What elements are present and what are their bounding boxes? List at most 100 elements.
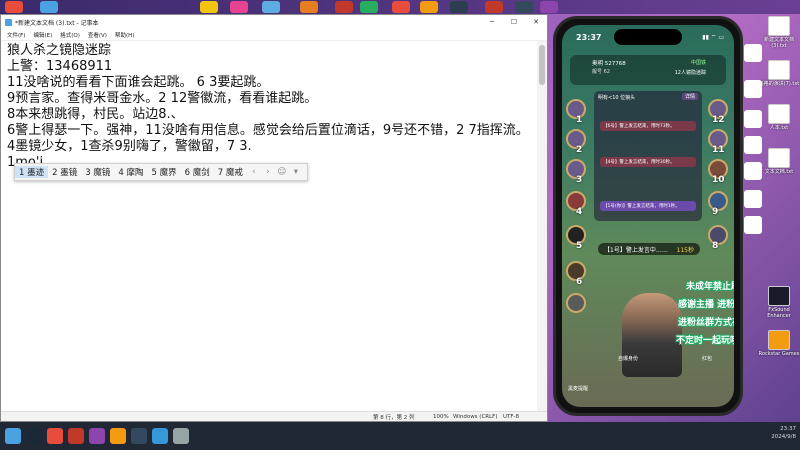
vertical-scrollbar[interactable] xyxy=(537,41,547,411)
desktop-icon[interactable]: 新建文本文档(3).txt xyxy=(758,16,800,60)
phone-notch xyxy=(614,29,682,45)
app-icon[interactable] xyxy=(450,1,468,13)
app-icon[interactable] xyxy=(89,428,105,444)
ime-candidate[interactable]: 6 魔剑 xyxy=(181,166,214,178)
app-icon[interactable] xyxy=(420,1,438,13)
desktop-icon[interactable]: Rockstar Games xyxy=(758,330,800,374)
ime-candidate[interactable]: 3 魔镜 xyxy=(81,166,114,178)
start-icon[interactable] xyxy=(5,428,21,444)
app-icon[interactable] xyxy=(200,1,218,13)
seat-number: 11 xyxy=(712,145,725,155)
ime-candidate-bar: 1 墨迹 2 墨镜 3 魔镜 4 摩陶 5 魔界 6 魔剑 7 魔戒 ‹ › ☺… xyxy=(14,163,308,181)
scroll-thumb[interactable] xyxy=(539,45,545,85)
app-icon[interactable] xyxy=(5,1,23,13)
desktop-icon-label: 人本.txt xyxy=(769,125,789,131)
tool-icon[interactable] xyxy=(744,162,762,180)
seat-number: 5 xyxy=(576,241,583,251)
app-icon[interactable] xyxy=(540,1,558,13)
stream-overlay-text: 进粉丝群方式在主页吧 xyxy=(678,318,734,328)
phone-mirror: 23:37 ▮▮ ⌔ ▭ 奥明 527768 靓号 62 中国铁 12人镜隐迷踪… xyxy=(553,16,743,416)
app-icon[interactable] xyxy=(230,1,248,13)
steam-icon[interactable] xyxy=(26,428,42,444)
tool-icon[interactable] xyxy=(744,44,762,62)
room-header: 奥明 527768 靓号 62 中国铁 12人镜隐迷踪 xyxy=(570,55,726,85)
tool-icon[interactable] xyxy=(744,190,762,208)
app-icon[interactable] xyxy=(262,1,280,13)
app-icon[interactable] xyxy=(131,428,147,444)
ime-candidate[interactable]: 4 摩陶 xyxy=(114,166,147,178)
app-icon[interactable] xyxy=(335,1,353,13)
app-icon[interactable] xyxy=(392,1,410,13)
game-screen[interactable]: 23:37 ▮▮ ⌔ ▭ 奥明 527768 靓号 62 中国铁 12人镜隐迷踪… xyxy=(562,25,734,407)
app-icon[interactable] xyxy=(68,428,84,444)
text-editor[interactable]: 狼人杀之镜隐迷踪 上警：13468911 11没啥说的看看下面谁会起跳。 6 3要起… xyxy=(1,41,537,411)
self-destruct-button[interactable]: 自爆身份 xyxy=(618,355,638,362)
app-icon[interactable] xyxy=(40,1,58,13)
desktop-icon-label: 文本文档.txt xyxy=(764,169,794,175)
bottom-left-button[interactable]: 黑麦提醒 xyxy=(568,385,588,392)
red-packet-button[interactable]: 红包 xyxy=(702,355,712,362)
desktop-icon[interactable]: 人本.txt xyxy=(758,104,800,148)
ime-prev-button[interactable]: ‹ xyxy=(247,167,261,177)
chat-message: 【1号(你)】警上发言结束，用时1秒。 xyxy=(600,201,696,211)
menu-view[interactable]: 查看(V) xyxy=(88,31,107,39)
seat-number: 6 xyxy=(576,277,583,287)
app-icon[interactable] xyxy=(515,1,533,13)
minimize-button[interactable]: ─ xyxy=(481,18,503,26)
app-icon[interactable] xyxy=(152,428,168,444)
seat-number: 2 xyxy=(576,145,583,155)
app-icon[interactable] xyxy=(47,428,63,444)
desktop-icon[interactable]: 马格的演讲(7).txt xyxy=(758,60,800,104)
tool-icon[interactable] xyxy=(744,136,762,154)
menu-edit[interactable]: 编辑(E) xyxy=(33,31,52,39)
text-file-icon xyxy=(768,148,790,168)
chat-detail-button[interactable]: 详情 xyxy=(681,93,698,100)
text-line: 9预言家。查得米哥金水。2 12警徽流，看看谁起跳。 xyxy=(7,91,318,106)
menu-format[interactable]: 格式(O) xyxy=(60,31,80,39)
status-bar: 第 8 行，第 2 列 100% Windows (CRLF) UTF-8 xyxy=(1,411,547,421)
ime-next-button[interactable]: › xyxy=(261,167,275,177)
cursor-position: 第 8 行，第 2 列 xyxy=(373,414,415,421)
ime-more-button[interactable]: ▾ xyxy=(289,167,303,177)
window-title: *新建文本文档 (3).txt - 记事本 xyxy=(15,19,99,27)
app-icon[interactable] xyxy=(485,1,503,13)
desktop-icon-label: FxSound Enhancer xyxy=(767,307,791,319)
desktop-icon[interactable]: FxSound Enhancer xyxy=(758,286,800,330)
seat-number: 9 xyxy=(712,207,719,217)
tool-icon[interactable] xyxy=(744,110,762,128)
tool-icon[interactable] xyxy=(744,80,762,98)
maximize-button[interactable]: ☐ xyxy=(503,18,525,26)
speaking-text: 【1号】警上发言中…… xyxy=(604,246,668,254)
seat-number: 8 xyxy=(712,241,719,251)
desktop-icon[interactable]: 文本文档.txt xyxy=(758,148,800,192)
background-window-strip xyxy=(0,0,800,14)
tool-icon[interactable] xyxy=(744,216,762,234)
phone-status-icons: ▮▮ ⌔ ▭ xyxy=(702,34,724,41)
room-plan: 中国铁 xyxy=(690,60,706,66)
player-avatar[interactable] xyxy=(566,293,586,313)
menu-help[interactable]: 帮助(H) xyxy=(115,31,134,39)
text-line: 6警上得瑟一下。强神，11没啥有用信息。感觉会给后置位滴话，9号还不错，2 7指… xyxy=(7,123,529,138)
ime-candidate[interactable]: 2 墨镜 xyxy=(48,166,81,178)
ime-candidate[interactable]: 5 魔界 xyxy=(148,166,181,178)
menu-file[interactable]: 文件(F) xyxy=(7,31,25,39)
ime-candidate[interactable]: 7 魔戒 xyxy=(214,166,247,178)
tray-date: 2024/9/8 xyxy=(771,434,796,440)
close-button[interactable]: ✕ xyxy=(525,18,547,26)
notepad-taskbar-icon[interactable] xyxy=(173,428,189,444)
seat-number: 12 xyxy=(712,115,725,125)
text-file-icon xyxy=(768,60,790,80)
title-bar[interactable]: *新建文本文档 (3).txt - 记事本 ─ ☐ ✕ xyxy=(1,15,547,29)
desktop-icon-label: Rockstar Games xyxy=(758,351,800,357)
chat-header: 明有<10 位狼头 xyxy=(598,95,636,101)
game-character xyxy=(622,293,682,377)
speaking-indicator: 【1号】警上发言中…… 115秒 xyxy=(598,243,700,255)
emoji-icon[interactable]: ☺ xyxy=(275,167,289,177)
app-icon[interactable] xyxy=(110,428,126,444)
system-tray[interactable]: 23:37 2024/9/8 xyxy=(771,425,796,441)
speaking-timer: 115秒 xyxy=(676,246,694,254)
app-icon[interactable] xyxy=(300,1,318,13)
chat-panel[interactable]: 明有<10 位狼头 详情 【6号】警上发言结束，用时73秒。 【4号】警上发言结… xyxy=(594,91,702,221)
ime-candidate[interactable]: 1 墨迹 xyxy=(15,166,49,178)
app-icon[interactable] xyxy=(360,1,378,13)
